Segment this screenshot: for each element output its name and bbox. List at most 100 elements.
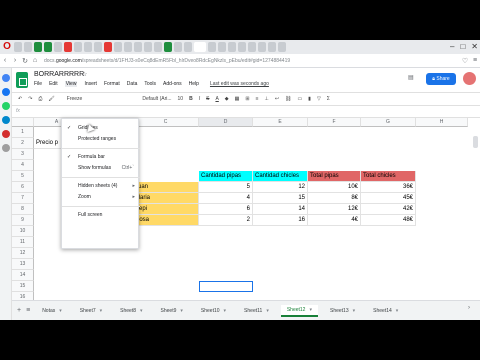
bold-button[interactable]: B — [189, 96, 193, 102]
sheet-tab[interactable]: Sheet13 ▾ — [324, 305, 361, 317]
browser-tab[interactable] — [94, 42, 102, 52]
strikethrough-button[interactable]: S — [206, 96, 209, 102]
menu-item-zoom[interactable]: Zoom ▸ — [62, 192, 140, 202]
pipas-cell[interactable]: 5 — [199, 182, 253, 193]
pipas-cell[interactable]: 2 — [199, 215, 253, 226]
font-select[interactable]: Default (Ari... — [142, 96, 171, 102]
sheet-tab[interactable]: Sheet9 ▾ — [155, 305, 189, 317]
freeze-button[interactable]: Freeze — [67, 96, 83, 102]
menu-data[interactable]: Data — [127, 81, 138, 87]
home-icon[interactable]: ⌂ — [30, 57, 40, 64]
menu-file[interactable]: File — [34, 81, 42, 87]
total-pipas-cell[interactable]: 8€ — [308, 193, 361, 204]
all-sheets-button[interactable]: ≡ — [26, 307, 30, 314]
font-size-select[interactable]: 10 — [178, 96, 184, 102]
messenger-icon[interactable] — [1, 88, 10, 96]
menu-item-formula-bar[interactable]: ✓ Formula bar — [62, 152, 140, 162]
menu-item-show-formulas[interactable]: Show formulas Ctrl+` — [62, 163, 140, 173]
row-header[interactable]: 15 — [12, 281, 34, 292]
chicles-cell[interactable]: 12 — [253, 182, 308, 193]
browser-tab-sheets[interactable] — [34, 42, 42, 52]
browser-tab[interactable] — [134, 42, 142, 52]
browser-tab[interactable] — [258, 42, 266, 52]
vertical-scrollbar[interactable] — [473, 136, 478, 148]
add-sheet-button[interactable]: + — [17, 307, 21, 314]
browser-tab[interactable] — [24, 42, 32, 52]
align-icon[interactable]: ≡ — [256, 96, 259, 102]
select-all-corner[interactable] — [12, 118, 34, 127]
browser-tab[interactable] — [208, 42, 216, 52]
share-button[interactable]: 🔒︎ Share — [426, 73, 456, 85]
fill-color-icon[interactable]: ◆ — [225, 96, 229, 102]
text-color-button[interactable]: A — [215, 96, 218, 102]
browser-tab[interactable] — [218, 42, 226, 52]
total-chicles-cell[interactable]: 45€ — [361, 193, 416, 204]
total-pipas-cell[interactable]: 10€ — [308, 182, 361, 193]
italic-button[interactable]: I — [199, 96, 200, 102]
back-icon[interactable]: ‹ — [0, 57, 10, 64]
chicles-cell[interactable]: 14 — [253, 204, 308, 215]
browser-tab-sheets[interactable] — [164, 42, 172, 52]
browser-tab[interactable] — [238, 42, 246, 52]
sidebar-app-icon[interactable] — [1, 74, 10, 82]
browser-tab-youtube[interactable] — [64, 42, 72, 52]
menu-item-hidden-sheets[interactable]: Hidden sheets (4) ▸ — [62, 181, 140, 191]
chicles-cell[interactable]: 15 — [253, 193, 308, 204]
name-cell[interactable]: Pepi — [133, 204, 199, 215]
header-cell-cantidad-pipas[interactable]: Cantidad pipas — [199, 171, 253, 182]
header-cell-total-pipas[interactable]: Total pipas — [308, 171, 361, 182]
menu-icon[interactable]: ≡ — [470, 57, 480, 64]
sheet-tab[interactable]: Sheet11 ▾ — [238, 305, 275, 317]
row-header[interactable]: 1 — [12, 127, 34, 138]
browser-tab[interactable] — [144, 42, 152, 52]
history-icon[interactable] — [1, 144, 10, 152]
scroll-tabs-icon[interactable]: › — [468, 305, 470, 311]
row-header[interactable]: 10 — [12, 226, 34, 237]
row-header[interactable]: 9 — [12, 215, 34, 226]
row-header[interactable]: 6 — [12, 182, 34, 193]
star-icon[interactable]: ☆ — [82, 71, 87, 78]
bookmark-icon[interactable]: ♡ — [460, 57, 470, 65]
chart-icon[interactable]: ▮ — [308, 96, 311, 102]
document-title[interactable]: BORRARRRRR — [34, 71, 84, 78]
menu-addons[interactable]: Add-ons — [163, 81, 182, 87]
print-icon[interactable]: ⎙ — [38, 96, 42, 102]
sheet-tab-active[interactable]: Sheet12 ▾ — [280, 304, 318, 317]
browser-tab[interactable] — [228, 42, 236, 52]
name-cell[interactable]: Rosa — [133, 215, 199, 226]
valign-icon[interactable]: ⊥ — [265, 96, 269, 102]
browser-tab[interactable] — [54, 42, 62, 52]
column-header-e[interactable]: E — [253, 118, 308, 127]
menu-item-protected-ranges[interactable]: Protected ranges — [62, 134, 140, 144]
sheet-tab[interactable]: Sheet8 ▾ — [114, 305, 148, 317]
total-chicles-cell[interactable]: 48€ — [361, 215, 416, 226]
column-header-c[interactable]: C — [133, 118, 199, 127]
row-header[interactable]: 2 — [12, 138, 34, 149]
browser-tab[interactable] — [174, 42, 182, 52]
comment-icon[interactable]: ▭ — [297, 96, 302, 102]
sheet-tab[interactable]: Sheet14 ▾ — [367, 305, 404, 317]
browser-tab-sheets[interactable] — [44, 42, 52, 52]
close-button[interactable]: ✕ — [471, 40, 478, 54]
row-header[interactable]: 13 — [12, 259, 34, 270]
row-header[interactable]: 14 — [12, 270, 34, 281]
paint-format-icon[interactable]: 🖌 — [48, 96, 54, 102]
filter-icon[interactable]: ▽ — [317, 96, 321, 102]
chicles-cell[interactable]: 16 — [253, 215, 308, 226]
header-cell-total-chicles[interactable]: Total chicles — [361, 171, 416, 182]
total-pipas-cell[interactable]: 12€ — [308, 204, 361, 215]
browser-tab[interactable] — [248, 42, 256, 52]
total-pipas-cell[interactable]: 4€ — [308, 215, 361, 226]
menu-edit[interactable]: Edit — [49, 81, 58, 87]
sheet-tab[interactable]: Sheet7 ▾ — [74, 305, 108, 317]
column-header-d[interactable]: D — [199, 118, 253, 127]
borders-icon[interactable]: ▦ — [235, 96, 240, 102]
maximize-button[interactable]: □ — [460, 40, 465, 54]
browser-tab[interactable] — [14, 42, 22, 52]
sheets-logo-icon[interactable] — [16, 72, 28, 88]
browser-tab[interactable] — [124, 42, 132, 52]
menu-view[interactable]: View — [64, 81, 78, 87]
pipas-cell[interactable]: 4 — [199, 193, 253, 204]
column-header-g[interactable]: G — [361, 118, 416, 127]
row-header[interactable]: 3 — [12, 149, 34, 160]
